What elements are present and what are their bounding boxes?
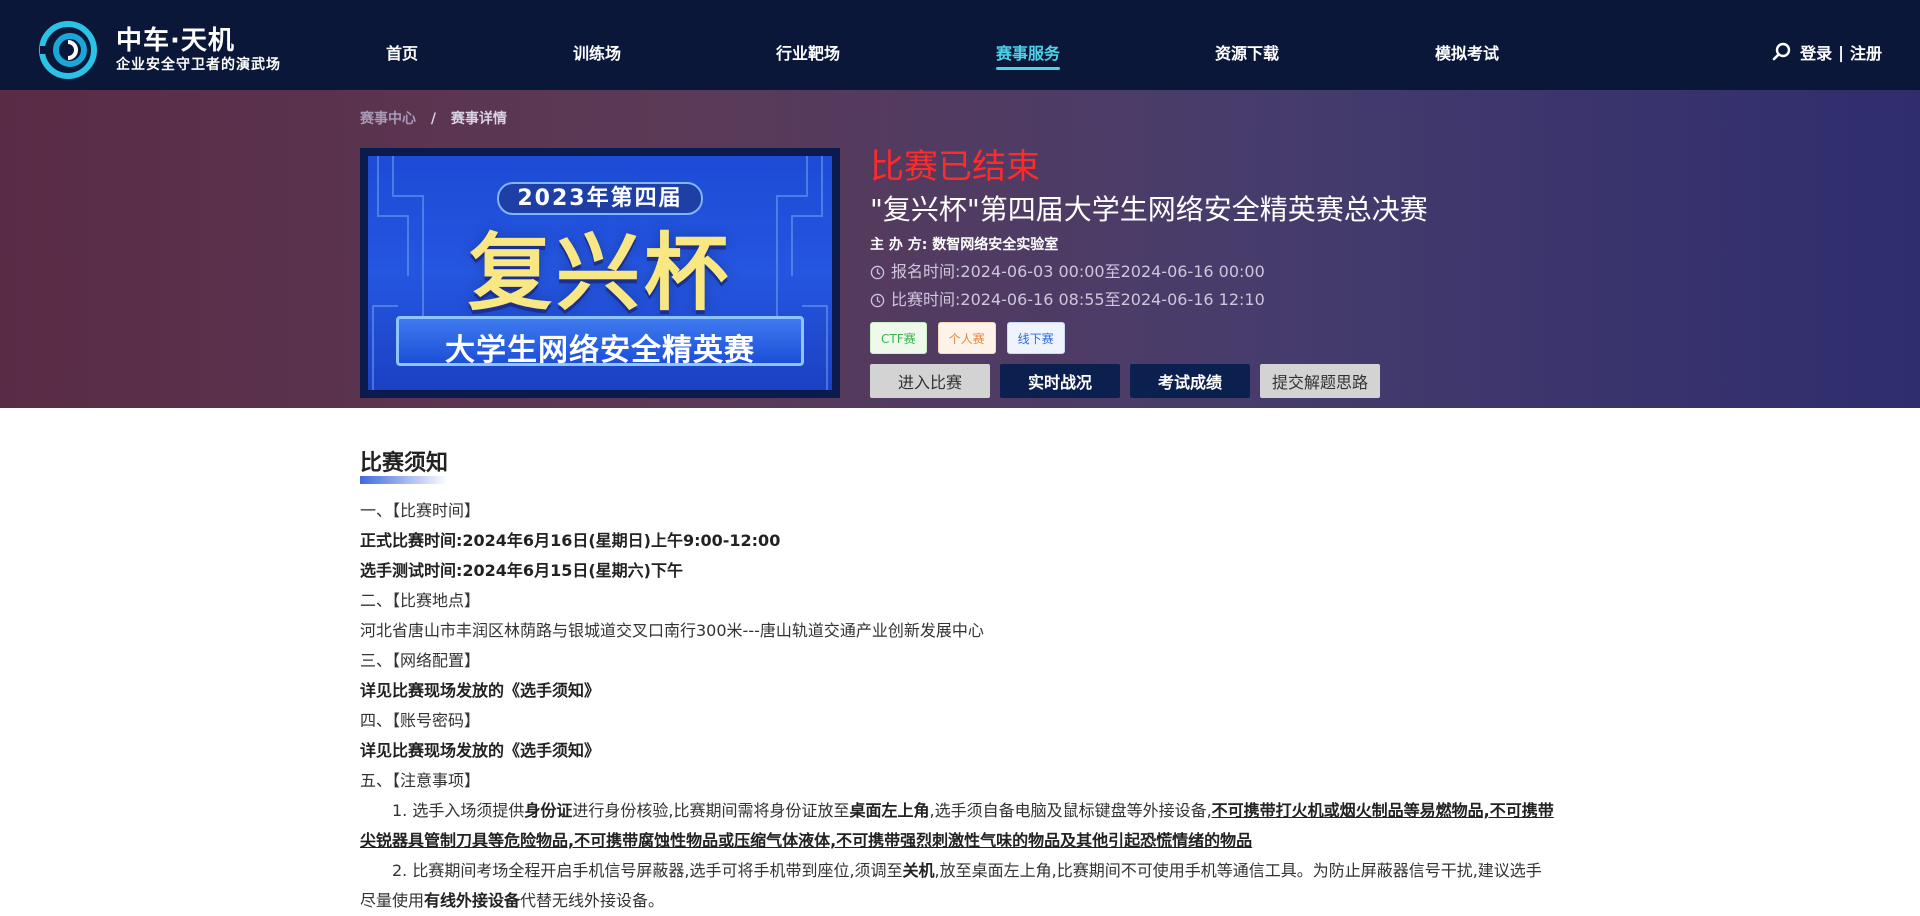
signup-time-row: 报名时间: 2024-06-03 00:00至2024-06-16 00:00: [870, 262, 1428, 282]
tag-ctf: CTF赛: [870, 322, 927, 354]
account-text: 详见比赛现场发放的《选手须知》: [360, 741, 601, 760]
nav-item-mock-exam[interactable]: 模拟考试: [1435, 40, 1499, 64]
test-time: 选手测试时间:2024年6月15日(星期六)下午: [360, 561, 683, 580]
nav-item-industry-range[interactable]: 行业靶场: [776, 40, 840, 64]
note-paragraph-1: 1. 选手入场须提供身份证进行身份核验,比赛期间需将身份证放至桌面左上角,选手须…: [360, 801, 1554, 850]
notice-section: 比赛须知 一、【比赛时间】 正式比赛时间:2024年6月16日(星期日)上午9:…: [360, 448, 1556, 916]
search-icon[interactable]: [1772, 42, 1792, 62]
match-time-value: 2024-06-16 08:55至2024-06-16 12:10: [960, 290, 1265, 309]
tag-offline: 线下赛: [1006, 322, 1065, 354]
note-paragraph-2: 2. 比赛期间考场全程开启手机信号屏蔽器,选手可将手机带到座位,须调至关机,放至…: [360, 861, 1542, 910]
banner-subtitle-bar: 大学生网络安全精英赛: [396, 316, 804, 368]
notice-title: 比赛须知: [360, 448, 449, 484]
breadcrumb-current: 赛事详情: [450, 111, 507, 127]
signup-time-label: 报名时间:: [891, 262, 961, 281]
submit-writeup-button[interactable]: 提交解题思路: [1260, 364, 1381, 398]
top-nav: 中车·天机 企业安全守卫者的演武场 首页 训练场 行业靶场 赛事服务 资源下载 …: [0, 0, 1920, 90]
match-time-label: 比赛时间:: [891, 290, 961, 309]
enter-match-button[interactable]: 进入比赛: [870, 364, 991, 398]
official-match-time: 正式比赛时间:2024年6月16日(星期日)上午9:00-12:00: [360, 531, 781, 550]
signup-time-value: 2024-06-03 00:00至2024-06-16 00:00: [960, 262, 1265, 281]
clock-icon: [870, 265, 885, 279]
brand-subtitle: 企业安全守卫者的演武场: [116, 57, 281, 73]
brand-logo[interactable]: 中车·天机 企业安全守卫者的演武场: [38, 20, 281, 80]
event-actions: 进入比赛 实时战况 考试成绩 提交解题思路: [870, 364, 1428, 398]
breadcrumb-parent[interactable]: 赛事中心: [360, 111, 416, 127]
auth-area: 登录 | 注册: [1772, 40, 1882, 64]
section-heading-time: 一、【比赛时间】: [360, 501, 481, 520]
network-text: 详见比赛现场发放的《选手须知》: [360, 681, 601, 700]
host-label: 主 办 方:: [870, 237, 928, 253]
live-status-button[interactable]: 实时战况: [1000, 364, 1121, 398]
section-heading-network: 三、【网络配置】: [360, 651, 481, 670]
brand-title: 中车·天机: [116, 26, 235, 56]
host-value: 数智网络安全实验室: [932, 237, 1059, 253]
event-status: 比赛已结束: [870, 147, 1040, 187]
section-heading-account: 四、【账号密码】: [360, 711, 481, 730]
event-tags: CTF赛 个人赛 线下赛: [870, 322, 1428, 354]
logo-icon: [39, 21, 97, 79]
auth-separator: |: [1838, 42, 1844, 62]
clock-icon: [870, 293, 885, 307]
nav-item-downloads[interactable]: 资源下载: [1215, 40, 1279, 64]
location-text: 河北省唐山市丰润区林荫路与银城道交叉口南行300米---唐山轨道交通产业创新发展…: [360, 621, 984, 640]
banner-subtitle: 大学生网络安全精英赛: [445, 333, 755, 368]
match-time-row: 比赛时间: 2024-06-16 08:55至2024-06-16 12:10: [870, 290, 1428, 310]
section-heading-notes: 五、【注意事项】: [360, 771, 481, 790]
breadcrumb: 赛事中心 / 赛事详情: [360, 108, 507, 128]
nav-item-training[interactable]: 训练场: [573, 40, 621, 64]
register-link[interactable]: 注册: [1850, 40, 1882, 64]
breadcrumb-separator: /: [430, 111, 436, 127]
banner-main-title: 复兴杯: [467, 224, 732, 322]
event-banner-image: 2023年第四届 复兴杯 大学生网络安全精英赛: [360, 148, 840, 398]
section-heading-location: 二、【比赛地点】: [360, 591, 481, 610]
nav-item-event-service[interactable]: 赛事服务: [996, 40, 1061, 70]
tag-individual: 个人赛: [937, 322, 996, 354]
event-hero: 赛事中心 / 赛事详情 2023年第四届 复兴杯 大学生网络安全精英赛 比赛已结…: [0, 90, 1920, 408]
nav-item-home[interactable]: 首页: [386, 40, 418, 64]
login-link[interactable]: 登录: [1800, 40, 1832, 64]
exam-results-button[interactable]: 考试成绩: [1130, 364, 1251, 398]
event-info: 比赛已结束 "复兴杯"第四届大学生网络安全精英赛总决赛 主 办 方: 数智网络安…: [870, 146, 1428, 398]
event-title: "复兴杯"第四届大学生网络安全精英赛总决赛: [870, 193, 1428, 226]
event-host: 主 办 方: 数智网络安全实验室: [870, 236, 1428, 254]
